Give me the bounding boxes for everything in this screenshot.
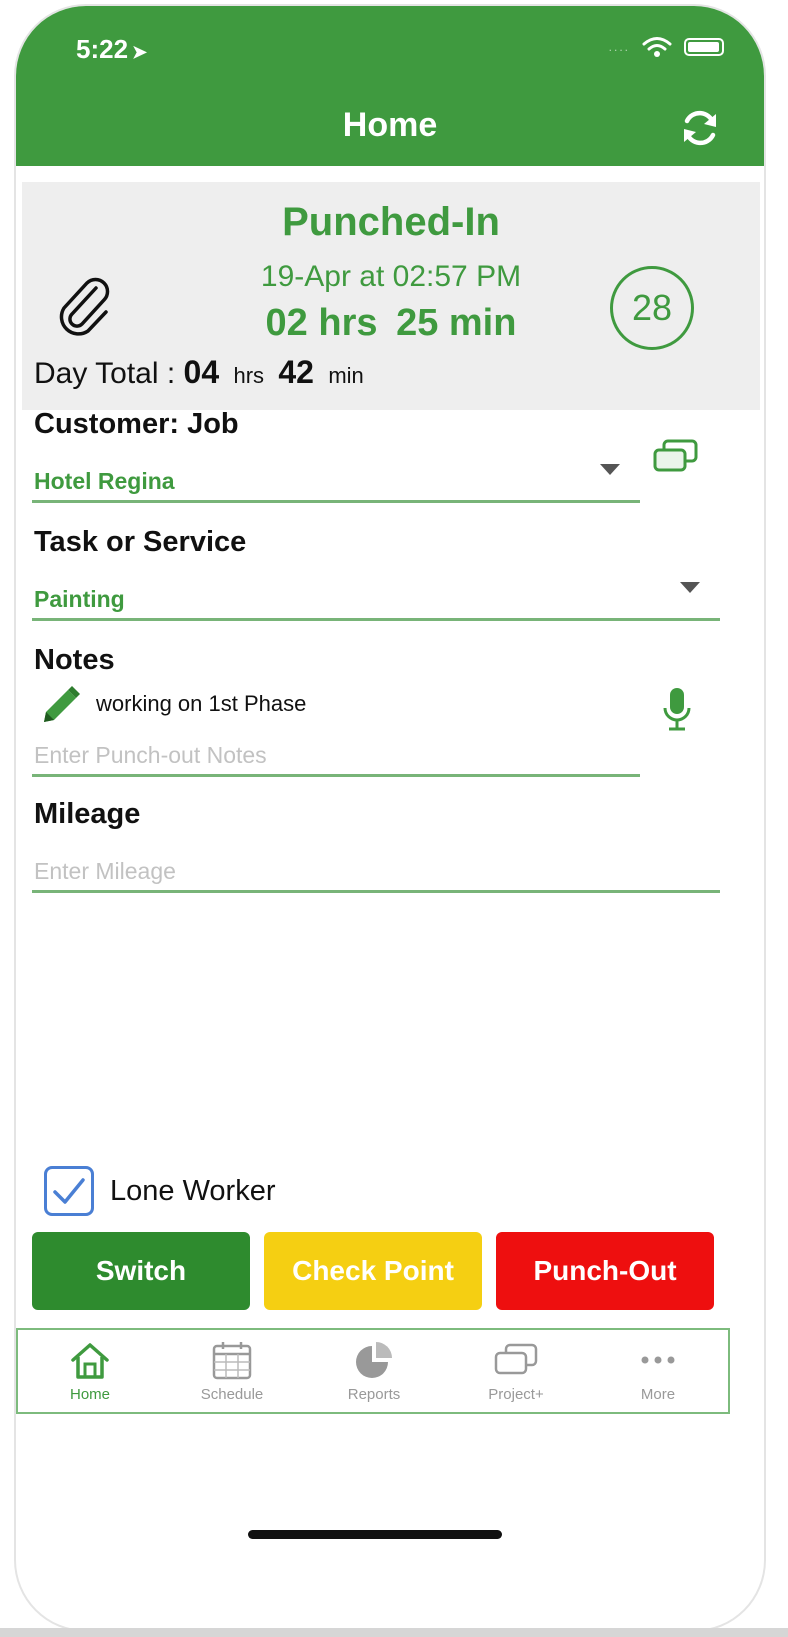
tab-schedule-label: Schedule: [200, 1386, 264, 1403]
day-total-label: Day Total :: [34, 357, 176, 390]
hrs-unit: hrs: [233, 363, 265, 388]
paperclip-icon[interactable]: [56, 274, 112, 336]
home-indicator: [248, 1530, 502, 1539]
switch-button[interactable]: Switch: [32, 1232, 250, 1310]
day-total-hours: 04: [183, 354, 220, 390]
customer-job-select[interactable]: Hotel Regina: [34, 468, 175, 495]
phone-screen: 5:22 ➤ .... Home Punched-In 19-Apr at 02:…: [16, 6, 764, 1630]
signal-dots: ....: [608, 40, 630, 54]
tab-project-plus[interactable]: Project+: [446, 1330, 586, 1412]
lone-worker-row[interactable]: Lone Worker: [44, 1166, 276, 1216]
more-icon: [641, 1356, 675, 1364]
punch-status: Punched-In: [282, 200, 500, 244]
mileage-underline: [32, 890, 720, 893]
home-icon: [71, 1343, 109, 1379]
punch-minutes: 25 min: [396, 302, 517, 344]
bottom-strip: [0, 1628, 788, 1637]
check-icon: [53, 1178, 85, 1204]
tab-schedule[interactable]: Schedule: [162, 1330, 302, 1412]
chat-bubbles-icon[interactable]: [652, 438, 700, 474]
mileage-input[interactable]: Enter Mileage: [34, 858, 176, 885]
chat-bubbles-icon: [494, 1343, 538, 1375]
battery-icon: [684, 38, 724, 56]
chevron-down-icon[interactable]: [600, 464, 620, 475]
check-point-button[interactable]: Check Point: [264, 1232, 482, 1310]
tab-home-label: Home: [69, 1386, 110, 1403]
calendar-icon: [212, 1342, 252, 1380]
day-total: Day Total : 04 hrs 42 min: [34, 354, 370, 391]
status-time: 5:22 ➤: [76, 34, 147, 65]
tab-bar: Home Schedule Reports Project+ More: [16, 1328, 730, 1414]
mileage-label: Mileage: [34, 798, 141, 830]
punch-hours: 02 hrs: [265, 302, 378, 344]
tab-reports-label: Reports: [347, 1386, 401, 1403]
refresh-icon[interactable]: [678, 106, 722, 150]
notes-underline: [32, 774, 640, 777]
microphone-icon[interactable]: [662, 686, 692, 732]
status-icons: ....: [609, 36, 724, 58]
page-title: Home: [342, 106, 438, 144]
punch-status-card: Punched-In 19-Apr at 02:57 PM 02 hrs 25 …: [22, 182, 760, 410]
tab-more-label: More: [640, 1386, 676, 1403]
notes-label: Notes: [34, 644, 115, 676]
customer-job-label: Customer: Job: [34, 408, 239, 440]
tab-project-plus-label: Project+: [488, 1386, 544, 1403]
task-service-label: Task or Service: [34, 526, 247, 558]
pencil-icon[interactable]: [38, 682, 82, 726]
status-time-text: 5:22: [76, 34, 129, 64]
wifi-icon: [642, 37, 672, 57]
tab-reports[interactable]: Reports: [304, 1330, 444, 1412]
chevron-down-icon[interactable]: [680, 582, 700, 593]
task-service-underline: [32, 618, 720, 621]
day-total-minutes: 42: [278, 354, 314, 390]
customer-job-underline: [32, 500, 640, 503]
tab-more[interactable]: More: [588, 1330, 728, 1412]
app-header: 5:22 ➤ .... Home: [16, 6, 764, 166]
pie-chart-icon: [356, 1342, 392, 1378]
punch-out-notes-input[interactable]: Enter Punch-out Notes: [34, 742, 267, 769]
task-service-select[interactable]: Painting: [34, 586, 125, 613]
tab-home[interactable]: Home: [20, 1330, 160, 1412]
punch-out-button[interactable]: Punch-Out: [496, 1232, 714, 1310]
counter-badge[interactable]: 28: [610, 266, 694, 350]
notes-text: working on 1st Phase: [96, 691, 307, 716]
lone-worker-label: Lone Worker: [110, 1174, 276, 1207]
location-icon: ➤: [132, 42, 148, 62]
lone-worker-checkbox[interactable]: [44, 1166, 94, 1216]
min-unit: min: [328, 363, 364, 388]
